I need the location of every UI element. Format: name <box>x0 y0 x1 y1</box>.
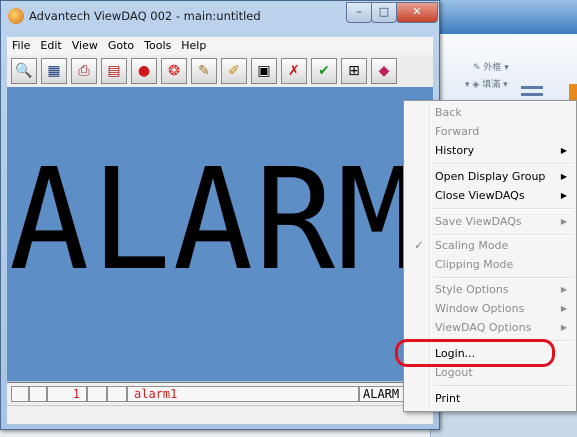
alarm-name: alarm1 <box>127 386 359 402</box>
minimize-button[interactable]: – <box>346 2 372 23</box>
search-button[interactable]: 🔍 <box>11 58 37 84</box>
window-footer <box>7 405 433 424</box>
red-ball-icon: ● <box>137 63 151 79</box>
checkmark-icon: ✓ <box>414 238 425 252</box>
menu-help[interactable]: Help <box>176 37 211 54</box>
minimize-icon: – <box>356 5 362 18</box>
submenu-arrow-icon: ▶ <box>560 146 567 155</box>
close-button[interactable]: ✕ <box>396 2 438 23</box>
submenu-arrow-icon: ▶ <box>560 285 567 294</box>
menu-bar: File Edit View Goto Tools Help <box>7 37 433 55</box>
app-icon <box>8 8 24 24</box>
menu-separator <box>433 208 573 210</box>
menu-item-scaling-mode[interactable]: ✓ Scaling Mode <box>406 236 574 255</box>
menu-item-open-display-group[interactable]: Open Display Group ▶ <box>406 167 574 186</box>
edit-button[interactable]: ✎ <box>191 58 217 84</box>
background-titlebar <box>431 0 577 34</box>
menu-separator <box>433 385 573 387</box>
fill-icon: ◈ <box>472 80 480 90</box>
login-highlight-annotation <box>395 339 555 367</box>
chart-button[interactable]: ▤ <box>101 58 127 84</box>
check-button[interactable]: ✔ <box>311 58 337 84</box>
alarm-status-row: 1 alarm1 ALARM <box>7 382 433 405</box>
maximize-button[interactable]: □ <box>371 2 397 23</box>
menu-view[interactable]: View <box>67 37 103 54</box>
menu-item-print[interactable]: Print <box>406 389 574 408</box>
printer-button[interactable]: ⎙ <box>71 58 97 84</box>
menu-file[interactable]: File <box>7 37 35 54</box>
red-check-box-icon: ✗ <box>288 63 300 79</box>
submenu-arrow-icon: ▶ <box>560 172 567 181</box>
red-check-button[interactable]: ✗ <box>281 58 307 84</box>
grid-button[interactable]: ⊞ <box>341 58 367 84</box>
red-ball-button[interactable]: ● <box>131 58 157 84</box>
submenu-arrow-icon: ▶ <box>560 217 567 226</box>
menu-item-close-viewdaqs[interactable]: Close ViewDAQs ▶ <box>406 186 574 205</box>
red-bell-icon: ❂ <box>168 63 180 79</box>
alarm-display-text: ALARM <box>9 139 419 302</box>
search-icon: 🔍 <box>15 63 33 79</box>
outline-icon: ✎ <box>473 63 481 73</box>
viewdaq-window: Advantech ViewDAQ 002 - main:untitled – … <box>0 0 440 430</box>
menu-item-style-options[interactable]: Style Options ▶ <box>406 280 574 299</box>
title-bar[interactable]: Advantech ViewDAQ 002 - main:untitled – … <box>1 1 439 31</box>
status-cell <box>29 386 47 402</box>
menu-item-window-options[interactable]: Window Options ▶ <box>406 299 574 318</box>
printer-icon: ⎙ <box>78 63 90 79</box>
folder-edit-icon: ✐ <box>228 63 240 79</box>
close-icon: ✕ <box>412 5 422 18</box>
chart-icon: ▤ <box>107 63 121 79</box>
calculator-button[interactable]: ▦ <box>41 58 67 84</box>
window-title: Advantech ViewDAQ 002 - main:untitled <box>29 9 261 23</box>
menu-item-forward[interactable]: Forward <box>406 122 574 141</box>
menu-item-clipping-mode[interactable]: Clipping Mode <box>406 255 574 274</box>
menu-item-back[interactable]: Back <box>406 103 574 122</box>
menu-separator <box>433 277 573 279</box>
calculator-icon: ▦ <box>47 63 61 79</box>
status-cell <box>11 386 29 402</box>
camera-icon: ▣ <box>257 63 271 79</box>
toolbar: 🔍 ▦ ⎙ ▤ ● ❂ ✎ ✐ ▣ ✗ ✔ ⊞ ◆ <box>7 55 433 88</box>
status-cell <box>107 386 127 402</box>
cube-icon: ◆ <box>378 63 390 79</box>
bell-button[interactable]: ❂ <box>161 58 187 84</box>
folder-edit-button[interactable]: ✐ <box>221 58 247 84</box>
background-ribbon: ✎ 外框 ▾ ▾ ◈ 填滿 ▾ 大小 <box>431 34 577 135</box>
menu-edit[interactable]: Edit <box>35 37 66 54</box>
pencil-icon: ✎ <box>198 63 210 79</box>
maximize-icon: □ <box>378 5 390 18</box>
display-canvas[interactable]: ALARM <box>7 87 433 381</box>
camera-button[interactable]: ▣ <box>251 58 277 84</box>
menu-item-save-viewdaqs[interactable]: Save ViewDAQs ▶ <box>406 212 574 231</box>
green-check-icon: ✔ <box>318 63 330 79</box>
menu-separator <box>433 163 573 165</box>
submenu-arrow-icon: ▶ <box>560 323 567 332</box>
alarm-number: 1 <box>47 386 87 402</box>
menu-item-history[interactable]: History ▶ <box>406 141 574 160</box>
submenu-arrow-icon: ▶ <box>560 191 567 200</box>
cube-button[interactable]: ◆ <box>371 58 397 84</box>
calculator-grid-icon: ⊞ <box>348 63 360 79</box>
ribbon-fill-label[interactable]: ▾ ◈ 填滿 ▾ <box>465 77 508 90</box>
menu-tools[interactable]: Tools <box>139 37 176 54</box>
status-cell <box>87 386 107 402</box>
menu-item-viewdaq-options[interactable]: ViewDAQ Options ▶ <box>406 318 574 337</box>
menu-goto[interactable]: Goto <box>103 37 139 54</box>
ribbon-outline-label[interactable]: ✎ 外框 ▾ <box>473 60 509 73</box>
submenu-arrow-icon: ▶ <box>560 304 567 313</box>
